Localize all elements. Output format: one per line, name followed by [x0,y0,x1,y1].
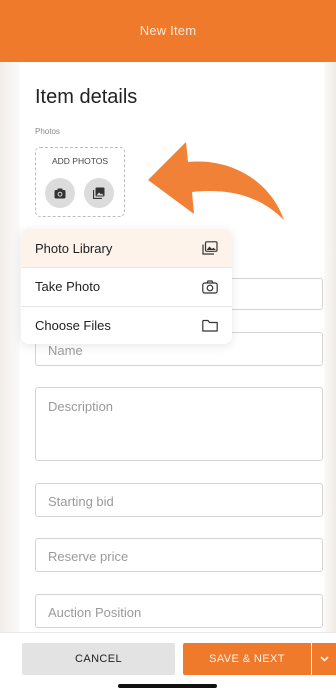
menu-item-label: Take Photo [35,279,101,294]
gallery-icon [93,187,105,199]
new-item-screen: New Item Item details Photos ADD PHOTOS [0,0,336,696]
auction-position-field[interactable]: Auction Position [35,594,323,628]
menu-item-label: Choose Files [35,318,111,333]
starting-bid-field[interactable]: Starting bid [35,483,323,517]
add-photos-label: ADD PHOTOS [51,156,109,166]
camera-icon [202,279,218,294]
photo-source-menu: Photo Library Take Photo Choose Files [21,229,232,344]
reserve-price-placeholder: Reserve price [48,549,129,564]
left-edge-shade [0,62,20,632]
photo-library-button[interactable] [84,178,114,208]
menu-item-label: Photo Library [35,240,113,256]
page-title: Item details [35,86,138,108]
photos-label: Photos [35,127,60,136]
header-title: New Item [139,22,197,38]
photo-library-icon [202,241,218,255]
description-placeholder: Description [48,399,114,414]
camera-icon [54,188,66,198]
home-indicator [118,684,217,688]
name-placeholder: Name [48,343,83,358]
add-photos-box[interactable]: ADD PHOTOS [35,147,125,217]
cancel-button[interactable]: CANCEL [22,643,175,675]
right-edge-shade [324,62,336,632]
starting-bid-placeholder: Starting bid [48,494,114,509]
description-field[interactable]: Description [35,387,323,461]
app-header: New Item [0,0,336,62]
chevron-down-icon [319,656,329,662]
reserve-price-field[interactable]: Reserve price [35,538,323,572]
save-next-button[interactable]: SAVE & NEXT [183,643,311,675]
hint-arrow-icon [148,142,284,220]
save-options-dropdown[interactable] [312,643,336,675]
menu-item-choose-files[interactable]: Choose Files [21,306,232,344]
menu-item-photo-library[interactable]: Photo Library [21,229,232,267]
auction-position-placeholder: Auction Position [48,605,142,620]
folder-icon [202,319,218,332]
menu-item-take-photo[interactable]: Take Photo [21,267,232,305]
take-photo-button[interactable] [45,178,75,208]
